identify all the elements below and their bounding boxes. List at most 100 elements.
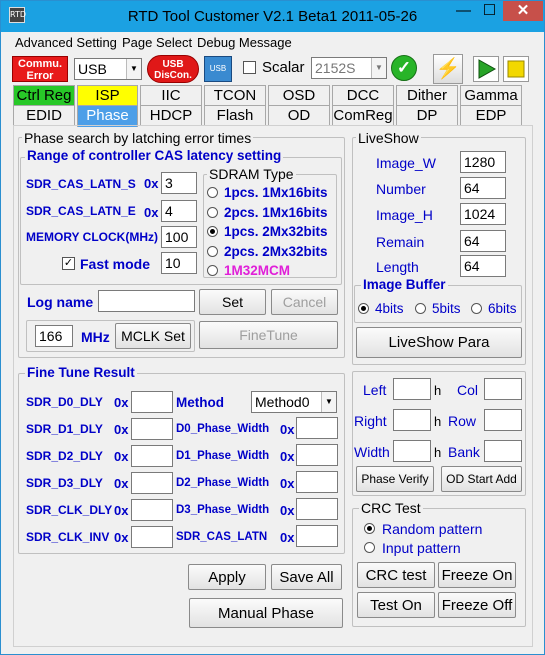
menu-debug-message[interactable]: Debug Message — [197, 35, 292, 50]
liveshow-value-input[interactable]: 64 — [460, 230, 506, 252]
od-col-input[interactable] — [484, 378, 522, 400]
tab-hdcp[interactable]: HDCP — [140, 105, 202, 125]
cancel-button[interactable]: Cancel — [271, 289, 338, 315]
manual-phase-button[interactable]: Manual Phase — [189, 598, 343, 628]
fine-tune-value-input[interactable] — [131, 418, 173, 440]
crc-test-button[interactable]: CRC test — [357, 562, 435, 588]
tab-phase[interactable]: Phase — [77, 105, 138, 127]
image-buffer-radio[interactable] — [471, 303, 482, 314]
od-width-input[interactable] — [393, 440, 431, 462]
sdram-option-label: 2pcs. 1Mx16bits — [224, 204, 328, 220]
scalar-select[interactable]: 2152S ▼ — [311, 57, 387, 79]
freeze-off-button[interactable]: Freeze Off — [438, 592, 516, 618]
phase-width-label: D3_Phase_Width — [176, 504, 270, 516]
apply-button[interactable]: Apply — [188, 564, 266, 590]
set-button[interactable]: Set — [199, 289, 266, 315]
stop-button[interactable] — [503, 56, 529, 82]
test-on-button[interactable]: Test On — [357, 592, 435, 618]
memory-clock-input[interactable]: 100 — [161, 226, 197, 248]
input-pattern-label: Input pattern — [382, 540, 461, 556]
image-buffer-radio[interactable] — [415, 303, 426, 314]
tab-tcon[interactable]: TCON — [204, 85, 266, 105]
od-col-label: Col — [457, 382, 479, 398]
log-name-input[interactable] — [98, 290, 195, 312]
tab-edp[interactable]: EDP — [460, 105, 522, 125]
random-pattern-radio[interactable] — [364, 523, 375, 534]
hex-prefix: 0x — [114, 476, 129, 491]
fine-tune-value-input[interactable] — [131, 391, 173, 413]
sdram-option-label: 1pcs. 1Mx16bits — [224, 185, 328, 200]
liveshow-value-input[interactable]: 64 — [460, 177, 506, 199]
finetune-button[interactable]: FineTune — [199, 321, 338, 349]
phase-width-input[interactable] — [296, 471, 338, 493]
tab-dcc[interactable]: DCC — [332, 85, 394, 105]
scalar-select-value: 2152S — [315, 60, 356, 76]
fast-mode-input[interactable]: 10 — [161, 252, 197, 274]
od-start-add-button[interactable]: OD Start Add — [441, 466, 522, 492]
tab-dp[interactable]: DP — [396, 105, 458, 125]
connection-select[interactable]: USB ▼ — [74, 58, 142, 80]
liveshow-para-button[interactable]: LiveShow Para — [356, 327, 522, 358]
sdram-option-radio[interactable] — [207, 187, 218, 198]
save-all-button[interactable]: Save All — [271, 564, 342, 590]
fine-tune-value-input[interactable] — [131, 499, 173, 521]
phase-width-label: D2_Phase_Width — [176, 477, 270, 489]
method-select[interactable]: Method0 ▼ — [251, 391, 337, 413]
od-row-input[interactable] — [484, 409, 522, 431]
tab-gamma[interactable]: Gamma — [460, 85, 522, 105]
fast-mode-checkbox[interactable]: ✓ — [62, 257, 75, 270]
sdram-option-radio[interactable] — [207, 265, 218, 276]
usb-disconnect-button[interactable]: USB DisCon. — [147, 55, 199, 83]
mclk-input[interactable]: 166 — [35, 325, 73, 347]
phase-width-input[interactable] — [296, 417, 338, 439]
sdram-option-radio[interactable] — [207, 206, 218, 218]
image-buffer-radio[interactable] — [358, 303, 369, 314]
app-window: RTD RTD Tool Customer V2.1 Beta1 2011-05… — [0, 0, 545, 655]
tab-flash[interactable]: Flash — [204, 105, 266, 125]
phase-width-input[interactable] — [296, 525, 338, 547]
input-pattern-radio[interactable] — [364, 542, 375, 553]
phase-verify-button[interactable]: Phase Verify — [356, 466, 434, 492]
sdram-option-radio[interactable] — [207, 245, 218, 257]
liveshow-value-input[interactable]: 64 — [460, 255, 506, 277]
tab-od[interactable]: OD — [268, 105, 330, 125]
phase-width-input[interactable] — [296, 444, 338, 466]
menu-bar: Advanced Setting Page Select Debug Messa… — [1, 32, 544, 52]
fine-tune-value-input[interactable] — [131, 526, 173, 548]
liveshow-value-input[interactable]: 1024 — [460, 203, 506, 225]
play-button[interactable] — [473, 56, 499, 82]
usb-device-icon[interactable]: USB — [204, 56, 232, 82]
fine-tune-value-input[interactable] — [131, 445, 173, 467]
liveshow-value-input[interactable]: 1280 — [460, 151, 506, 173]
fine-tune-value-input[interactable] — [131, 472, 173, 494]
od-bank-input[interactable] — [484, 440, 522, 462]
menu-advanced-setting[interactable]: Advanced Setting — [15, 35, 117, 50]
tab-ctrl-reg[interactable]: Ctrl Reg — [13, 85, 75, 105]
liveshow-label: Image_W — [376, 155, 436, 171]
minimize-button[interactable]: — — [451, 1, 476, 21]
check-icon[interactable]: ✓ — [391, 55, 417, 81]
sdr-cas-latn-s-input[interactable]: 3 — [161, 172, 197, 194]
tab-isp[interactable]: ISP — [77, 85, 138, 105]
scalar-checkbox[interactable] — [243, 61, 256, 74]
tab-dither[interactable]: Dither — [396, 85, 458, 105]
phase-width-label: SDR_CAS_LATN — [176, 531, 268, 543]
phase-width-input[interactable] — [296, 498, 338, 520]
phase-search-title: Phase search by latching error times — [22, 130, 254, 146]
scalar-label: Scalar — [262, 59, 305, 76]
od-right-input[interactable] — [393, 409, 431, 431]
sdram-option-radio[interactable] — [207, 226, 218, 237]
tab-comreg[interactable]: ComReg — [332, 105, 394, 125]
mclk-set-button[interactable]: MCLK Set — [115, 323, 191, 349]
close-button[interactable]: ✕ — [503, 1, 543, 21]
menu-page-select[interactable]: Page Select — [122, 35, 192, 50]
fine-tune-title: Fine Tune Result — [25, 365, 137, 380]
maximize-button[interactable]: ☐ — [477, 1, 502, 21]
od-left-input[interactable] — [393, 378, 431, 400]
tab-osd[interactable]: OSD — [268, 85, 330, 105]
tab-iic[interactable]: IIC — [140, 85, 202, 105]
lightning-icon[interactable]: ⚡ — [433, 54, 463, 84]
tab-edid[interactable]: EDID — [13, 105, 75, 125]
freeze-on-button[interactable]: Freeze On — [438, 562, 516, 588]
sdr-cas-latn-e-input[interactable]: 4 — [161, 200, 197, 222]
